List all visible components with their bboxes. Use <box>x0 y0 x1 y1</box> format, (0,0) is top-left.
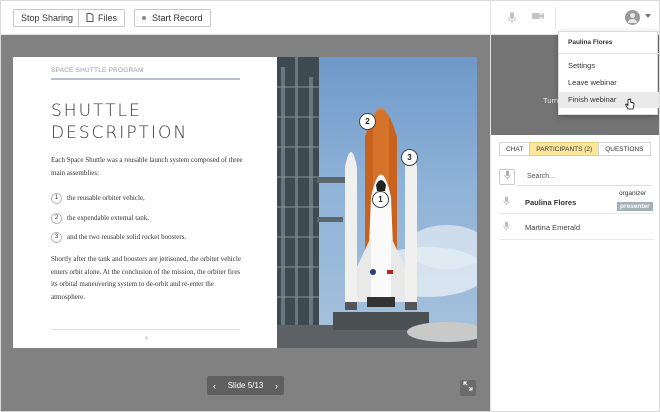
callout-marker: 1 <box>372 191 389 208</box>
microphone-icon <box>503 221 513 233</box>
slide-title-line1: SHUTTLE <box>51 101 142 121</box>
files-button[interactable]: Files <box>78 9 126 27</box>
fullscreen-icon[interactable] <box>460 380 476 396</box>
slide-page-number: 4 <box>145 336 148 342</box>
list-number: 1 <box>51 192 62 204</box>
slide-intro: Each Space Shuttle was a reusable launch… <box>51 156 243 177</box>
hand-cursor-icon <box>625 98 635 114</box>
user-menu-username: Paulina Flores <box>568 39 613 46</box>
next-slide-button[interactable]: › <box>275 381 278 391</box>
slide-text-page: SPACE SHUTTLE PROGRAM SHUTTLE DESCRIPTIO… <box>13 57 277 348</box>
toolbar-divider <box>555 7 556 29</box>
slide: SPACE SHUTTLE PROGRAM SHUTTLE DESCRIPTIO… <box>13 57 477 348</box>
participant-search: Search... <box>499 168 654 185</box>
start-record-label: Start Record <box>152 13 203 23</box>
menu-item-settings[interactable]: Settings <box>559 58 659 74</box>
presentation-stage: SPACE SHUTTLE PROGRAM SHUTTLE DESCRIPTIO… <box>1 35 490 411</box>
tab-chat[interactable]: CHAT <box>499 142 531 156</box>
slide-header-rule <box>51 78 240 80</box>
participant-name: Paulina Flores <box>525 197 577 207</box>
row-divider <box>499 239 654 240</box>
microphone-icon[interactable] <box>499 168 515 185</box>
list-item: 1 the reusable orbiter vehicle, <box>51 192 145 204</box>
menu-item-finish-webinar[interactable]: Finish webinar <box>559 92 659 108</box>
camera-icon[interactable] <box>531 11 545 25</box>
files-label: Files <box>98 13 118 23</box>
tab-participants[interactable]: PARTICIPANTS (2) <box>529 142 600 156</box>
user-avatar[interactable] <box>625 10 640 25</box>
callout-marker: 2 <box>359 113 376 130</box>
participant-name: Martina Emerald <box>525 222 581 232</box>
organizer-badge: organizer <box>619 190 647 197</box>
list-text: and the two reusable solid rocket booste… <box>67 233 187 241</box>
list-text: the expendable external tank, <box>67 214 150 222</box>
user-menu-divider <box>559 53 659 54</box>
list-item: 2 the expendable external tank, <box>51 212 149 224</box>
tab-questions[interactable]: QUESTIONS <box>598 142 651 156</box>
webinar-app: Stop Sharing Files Start Record SPACE SH… <box>0 0 660 412</box>
row-divider <box>499 213 654 214</box>
prev-slide-button[interactable]: ‹ <box>213 381 216 391</box>
search-input[interactable]: Search... <box>527 173 555 180</box>
stop-sharing-label: Stop Sharing <box>21 13 74 23</box>
slide-navigator: ‹ Slide 5/13 › <box>207 376 284 395</box>
participant-row[interactable]: Martina Emerald <box>499 216 654 238</box>
space-shuttle-image: 2 3 1 <box>277 57 477 348</box>
slide-program-label: SPACE SHUTTLE PROGRAM <box>51 67 144 74</box>
microphone-icon <box>503 196 513 208</box>
list-text: the reusable orbiter vehicle, <box>67 194 145 202</box>
file-icon <box>86 12 94 24</box>
panel-tabs: CHAT PARTICIPANTS (2) QUESTIONS <box>499 142 651 156</box>
user-menu: Paulina Flores Settings Leave webinar Fi… <box>558 31 659 115</box>
search-underline <box>517 185 652 186</box>
top-toolbar: Stop Sharing Files Start Record <box>1 1 490 35</box>
record-icon <box>142 16 146 20</box>
slide-counter: Slide 5/13 <box>227 381 264 390</box>
video-hint-text: Turn <box>543 96 559 105</box>
list-number: 2 <box>51 212 62 224</box>
stop-sharing-button[interactable]: Stop Sharing <box>13 9 82 27</box>
slide-outro: Shortly after the tank and boosters are … <box>51 255 241 301</box>
slide-footer-rule <box>51 329 240 330</box>
presenter-badge: presenter <box>617 202 653 211</box>
media-toolbar <box>490 1 659 35</box>
start-record-button[interactable]: Start Record <box>134 9 211 27</box>
list-item: 3 and the two reusable solid rocket boos… <box>51 231 186 243</box>
callout-marker: 3 <box>401 149 418 166</box>
list-number: 3 <box>51 231 62 243</box>
slide-title-line2: DESCRIPTION <box>51 123 189 143</box>
chevron-down-icon[interactable] <box>645 14 651 18</box>
microphone-icon[interactable] <box>505 11 519 25</box>
menu-item-leave-webinar[interactable]: Leave webinar <box>559 75 659 91</box>
